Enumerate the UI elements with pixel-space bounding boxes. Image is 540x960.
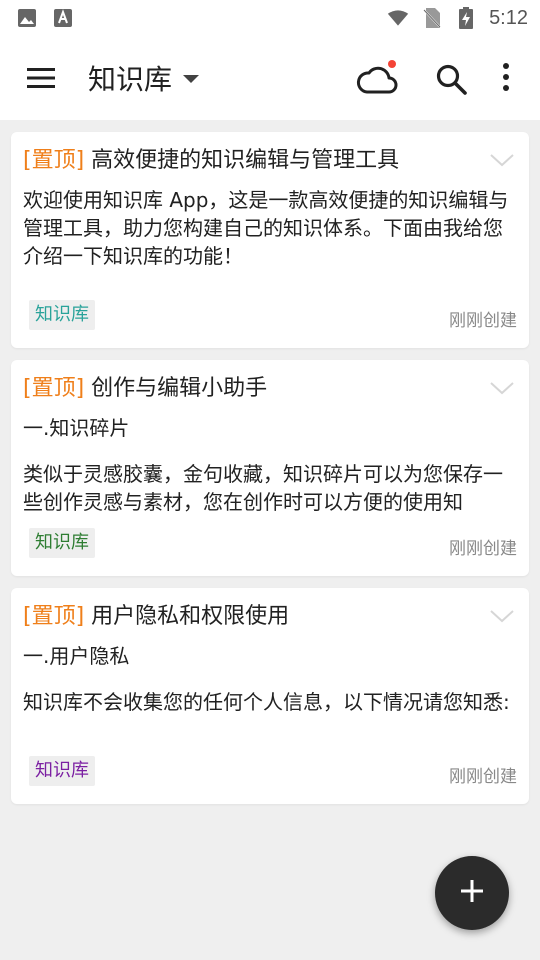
menu-icon[interactable] [25,64,57,92]
notes-list: [置顶] 高效便捷的知识编辑与管理工具 欢迎使用知识库 App，这是一款高效便捷… [11,132,529,816]
note-preview-text: 知识库不会收集您的任何个人信息，以下情况请您知悉: [23,690,510,714]
search-icon[interactable] [434,62,470,98]
created-time: 刚刚创建 [449,539,517,559]
note-tag[interactable]: 知识库 [29,300,95,330]
image-icon [16,7,38,29]
note-tag[interactable]: 知识库 [29,528,95,558]
created-time: 刚刚创建 [449,311,517,331]
add-note-button[interactable] [435,856,509,930]
note-title: [置顶] 创作与编辑小助手 [23,374,483,404]
note-title: [置顶] 高效便捷的知识编辑与管理工具 [23,146,483,176]
note-preview-text: 类似于灵感胶囊，金句收藏，知识碎片可以为您保存一些创作灵感与素材，您在创作时可以… [23,462,503,514]
note-title-text: 高效便捷的知识编辑与管理工具 [91,148,400,173]
plus-icon [459,878,485,908]
notification-dot [388,60,396,68]
chevron-down-icon[interactable] [489,380,515,396]
pin-label: [置顶] [23,376,85,401]
wifi-icon [387,7,409,29]
app-bar: 知识库 [0,36,540,120]
chevron-down-icon[interactable] [489,152,515,168]
note-title: [置顶] 用户隐私和权限使用 [23,602,483,632]
note-title-text: 用户隐私和权限使用 [91,604,290,629]
created-time: 刚刚创建 [449,767,517,787]
note-preview-text: 欢迎使用知识库 App，这是一款高效便捷的知识编辑与管理工具，助力您构建自己的知… [23,188,509,268]
pin-label: [置顶] [23,148,85,173]
app-title: 知识库 [88,63,173,96]
font-a-icon [52,7,74,29]
chevron-down-icon[interactable] [489,608,515,624]
dropdown-arrow-icon [182,69,200,88]
note-title-text: 创作与编辑小助手 [91,376,268,401]
note-preview: 欢迎使用知识库 App，这是一款高效便捷的知识编辑与管理工具，助力您构建自己的知… [23,186,517,270]
note-card[interactable]: [置顶] 高效便捷的知识编辑与管理工具 欢迎使用知识库 App，这是一款高效便捷… [11,132,529,348]
note-tag[interactable]: 知识库 [29,756,95,786]
note-card[interactable]: [置顶] 用户隐私和权限使用 一.用户隐私 知识库不会收集您的任何个人信息，以下… [11,588,529,804]
note-preview: 一.用户隐私 知识库不会收集您的任何个人信息，以下情况请您知悉: [23,642,517,716]
more-vert-icon[interactable] [496,62,516,94]
status-bar: 5:12 [0,0,540,36]
cloud-sync-icon[interactable] [356,58,400,98]
note-section-heading: 一.知识碎片 [23,416,130,440]
battery-charging-icon [455,7,477,29]
note-card[interactable]: [置顶] 创作与编辑小助手 一.知识碎片 类似于灵感胶囊，金句收藏，知识碎片可以… [11,360,529,576]
status-time: 5:12 [489,6,528,29]
library-selector[interactable]: 知识库 [88,56,200,100]
note-section-heading: 一.用户隐私 [23,644,130,668]
note-preview: 一.知识碎片 类似于灵感胶囊，金句收藏，知识碎片可以为您保存一些创作灵感与素材，… [23,414,517,516]
pin-label: [置顶] [23,604,85,629]
no-sim-icon [421,7,443,29]
